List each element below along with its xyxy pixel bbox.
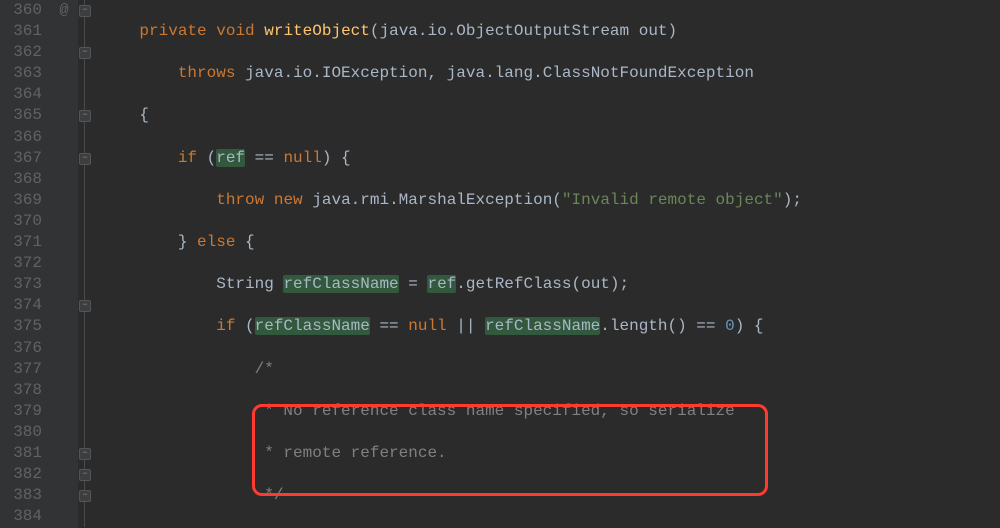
code-line[interactable]: throws java.io.IOException, java.lang.Cl…	[101, 63, 1000, 84]
line-number: 362	[4, 42, 42, 63]
code-line[interactable]: if (refClassName == null || refClassName…	[101, 316, 1000, 337]
line-number: 363	[4, 63, 42, 84]
code-line[interactable]: } else {	[101, 232, 1000, 253]
line-number: 382	[4, 464, 42, 485]
override-marker-icon[interactable]: @	[50, 0, 78, 21]
fold-gutter: − − − − − − − −	[78, 0, 93, 528]
identifier-highlight: ref	[216, 149, 245, 167]
code-editor[interactable]: 360 361 362 363 364 365 366 367 368 369 …	[0, 0, 1000, 528]
line-number: 380	[4, 422, 42, 443]
code-line[interactable]: */	[101, 485, 1000, 506]
line-number: 369	[4, 190, 42, 211]
line-number: 379	[4, 401, 42, 422]
line-number: 375	[4, 316, 42, 337]
line-number: 370	[4, 211, 42, 232]
gutter-markers: @	[50, 0, 78, 528]
line-number: 377	[4, 359, 42, 380]
line-number: 365	[4, 105, 42, 126]
code-line[interactable]: {	[101, 105, 1000, 126]
fold-toggle-icon[interactable]: −	[79, 5, 91, 17]
fold-toggle-icon[interactable]: −	[79, 47, 91, 59]
line-number: 378	[4, 380, 42, 401]
code-line[interactable]: * remote reference.	[101, 443, 1000, 464]
fold-toggle-icon[interactable]: −	[79, 490, 91, 502]
code-line[interactable]: if (ref == null) {	[101, 148, 1000, 169]
fold-toggle-icon[interactable]: −	[79, 300, 91, 312]
line-number: 384	[4, 506, 42, 527]
line-number: 374	[4, 295, 42, 316]
code-area[interactable]: private void writeObject(java.io.ObjectO…	[93, 0, 1000, 528]
line-number: 371	[4, 232, 42, 253]
line-number: 372	[4, 253, 42, 274]
line-number: 366	[4, 127, 42, 148]
code-line[interactable]: throw new java.rmi.MarshalException("Inv…	[101, 190, 1000, 211]
line-number: 376	[4, 338, 42, 359]
line-number: 381	[4, 443, 42, 464]
identifier-highlight: refClassName	[485, 317, 600, 335]
identifier-highlight: refClassName	[283, 275, 398, 293]
line-number-gutter: 360 361 362 363 364 365 366 367 368 369 …	[0, 0, 50, 528]
fold-toggle-icon[interactable]: −	[79, 448, 91, 460]
line-number: 368	[4, 169, 42, 190]
line-number: 360	[4, 0, 42, 21]
fold-toggle-icon[interactable]: −	[79, 469, 91, 481]
identifier-highlight: ref	[427, 275, 456, 293]
line-number: 364	[4, 84, 42, 105]
code-line[interactable]: /*	[101, 359, 1000, 380]
code-line[interactable]: * No reference class name specified, so …	[101, 401, 1000, 422]
line-number: 367	[4, 148, 42, 169]
line-number: 373	[4, 274, 42, 295]
fold-toggle-icon[interactable]: −	[79, 153, 91, 165]
code-line[interactable]: String refClassName = ref.getRefClass(ou…	[101, 274, 1000, 295]
fold-toggle-icon[interactable]: −	[79, 110, 91, 122]
line-number: 383	[4, 485, 42, 506]
identifier-highlight: refClassName	[255, 317, 370, 335]
code-line[interactable]: private void writeObject(java.io.ObjectO…	[101, 21, 1000, 42]
line-number: 361	[4, 21, 42, 42]
